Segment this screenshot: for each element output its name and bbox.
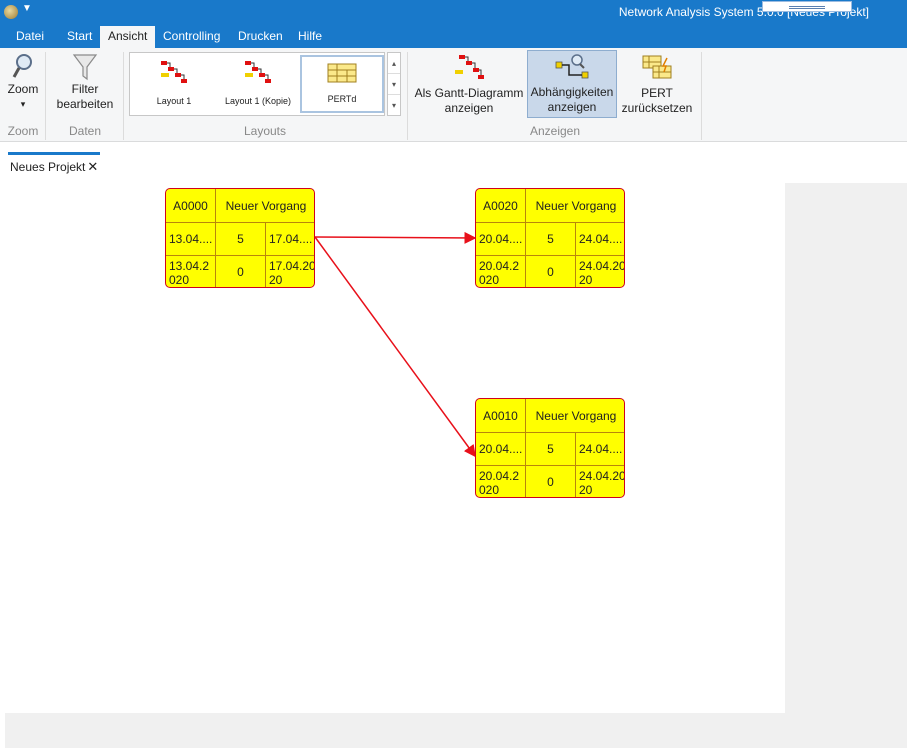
gantt-view-icon bbox=[455, 55, 484, 79]
node-duration: 5 bbox=[526, 223, 576, 256]
group-divider bbox=[45, 52, 46, 140]
close-icon[interactable]: ✕ bbox=[87, 159, 98, 174]
node-name: Neuer Vorgang bbox=[526, 189, 624, 223]
layout-item-layout-1-kopie[interactable]: Layout 1 (Kopie) bbox=[216, 55, 300, 113]
node-float: 0 bbox=[216, 256, 266, 287]
node-id: A0020 bbox=[476, 189, 526, 223]
dependencies-button[interactable]: Abhängigkeiten anzeigen bbox=[527, 50, 617, 118]
dependencies-label-line1: Abhängigkeiten bbox=[530, 85, 614, 99]
pert-node-a0000[interactable]: A0000 Neuer Vorgang 13.04.... 5 17.04...… bbox=[165, 188, 315, 288]
layout-item-layout-1[interactable]: Layout 1 bbox=[132, 55, 216, 113]
app-icon[interactable] bbox=[4, 5, 18, 19]
layout-gallery: Layout 1 Layout 1 (Kopie) PERTd bbox=[129, 52, 385, 116]
group-divider bbox=[701, 52, 702, 140]
tab-ansicht[interactable]: Ansicht bbox=[100, 26, 156, 48]
gallery-more-icon[interactable]: ▾ bbox=[388, 95, 400, 116]
group-divider bbox=[123, 52, 124, 140]
document-tab-neues-projekt[interactable]: Neues Projekt ✕ bbox=[8, 152, 101, 174]
pert-canvas[interactable] bbox=[0, 183, 785, 713]
node-late-start: 20.04.2020 bbox=[476, 256, 526, 287]
filter-label-line2: bearbeiten bbox=[56, 97, 114, 111]
node-name: Neuer Vorgang bbox=[216, 189, 314, 223]
node-float: 0 bbox=[526, 466, 576, 497]
group-label-anzeigen: Anzeigen bbox=[529, 124, 581, 138]
pert-reset-button[interactable]: PERT zurücksetzen bbox=[619, 52, 695, 118]
gantt-layout-icon bbox=[161, 61, 187, 83]
zoom-button[interactable]: Zoom ▾ bbox=[4, 52, 42, 120]
node-duration: 5 bbox=[216, 223, 266, 256]
pert-table-icon bbox=[327, 63, 357, 83]
tab-datei[interactable]: Datei bbox=[8, 26, 52, 48]
pert-node-a0010[interactable]: A0010 Neuer Vorgang 20.04.... 5 24.04...… bbox=[475, 398, 625, 498]
title-search-box[interactable] bbox=[762, 1, 852, 12]
filter-button[interactable]: Filter bearbeiten bbox=[52, 52, 118, 120]
layout-gallery-scrollbar: ▴ ▾ ▾ bbox=[387, 52, 401, 116]
pert-reset-icon bbox=[642, 55, 672, 79]
node-end: 24.04.... bbox=[576, 223, 624, 256]
group-label-zoom: Zoom bbox=[7, 124, 39, 138]
node-end: 17.04.... bbox=[266, 223, 314, 256]
group-label-daten: Daten bbox=[68, 124, 102, 138]
layout-item-label: Layout 1 bbox=[156, 96, 192, 106]
node-start: 13.04.... bbox=[166, 223, 216, 256]
gantt-layout-icon bbox=[245, 61, 271, 83]
group-label-layouts: Layouts bbox=[243, 124, 287, 138]
layout-item-label: PERTd bbox=[327, 94, 357, 104]
funnel-icon bbox=[72, 54, 98, 81]
gallery-scroll-down-icon[interactable]: ▾ bbox=[388, 74, 400, 95]
group-divider bbox=[407, 52, 408, 140]
gantt-view-button[interactable]: Als Gantt-Diagramm anzeigen bbox=[413, 52, 525, 118]
node-end: 24.04.... bbox=[576, 433, 624, 466]
node-id: A0010 bbox=[476, 399, 526, 433]
bottom-panel bbox=[5, 713, 907, 748]
magnifier-icon bbox=[12, 54, 32, 78]
node-duration: 5 bbox=[526, 433, 576, 466]
node-late-end: 24.04.2020 bbox=[579, 259, 625, 287]
node-late-start: 20.04.2020 bbox=[476, 466, 526, 497]
pert-reset-label-line1: PERT bbox=[641, 86, 673, 100]
left-strip bbox=[0, 713, 5, 748]
node-start: 20.04.... bbox=[476, 223, 526, 256]
pert-reset-label-line2: zurücksetzen bbox=[621, 101, 693, 115]
node-late-start: 13.04.2020 bbox=[166, 256, 216, 287]
gantt-label-line2: anzeigen bbox=[444, 101, 494, 115]
dependencies-label-line2: anzeigen bbox=[547, 100, 597, 114]
node-late-end: 17.04.2020 bbox=[269, 259, 315, 287]
layout-item-pertd[interactable]: PERTd bbox=[300, 55, 384, 113]
tab-hilfe[interactable]: Hilfe bbox=[290, 26, 330, 48]
tab-drucken[interactable]: Drucken bbox=[230, 26, 291, 48]
layout-item-label: Layout 1 (Kopie) bbox=[224, 96, 292, 106]
quick-access-dropdown-icon[interactable]: ▼ bbox=[22, 3, 32, 14]
pert-node-a0020[interactable]: A0020 Neuer Vorgang 20.04.... 5 24.04...… bbox=[475, 188, 625, 288]
node-late-end: 24.04.2020 bbox=[579, 469, 625, 497]
gantt-label-line1: Als Gantt-Diagramm bbox=[414, 86, 524, 100]
gallery-scroll-up-icon[interactable]: ▴ bbox=[388, 53, 400, 74]
right-panel bbox=[785, 183, 907, 713]
tab-controlling[interactable]: Controlling bbox=[155, 26, 228, 48]
document-tab-label: Neues Projekt bbox=[10, 160, 86, 174]
node-float: 0 bbox=[526, 256, 576, 287]
ribbon: Zoom ▾ Zoom Filter bearbeiten Daten Layo… bbox=[0, 48, 907, 142]
dependencies-icon bbox=[555, 54, 589, 79]
chevron-down-icon: ▾ bbox=[20, 99, 26, 109]
tab-start[interactable]: Start bbox=[59, 26, 100, 48]
ribbon-tab-row: Datei Start Ansicht Controlling Drucken … bbox=[0, 26, 907, 48]
node-start: 20.04.... bbox=[476, 433, 526, 466]
title-bar: ▼ Network Analysis System 5.0.0 [Neues P… bbox=[0, 0, 907, 26]
zoom-label: Zoom bbox=[7, 82, 39, 96]
node-name: Neuer Vorgang bbox=[526, 399, 624, 433]
filter-label-line1: Filter bbox=[71, 82, 99, 96]
node-id: A0000 bbox=[166, 189, 216, 223]
